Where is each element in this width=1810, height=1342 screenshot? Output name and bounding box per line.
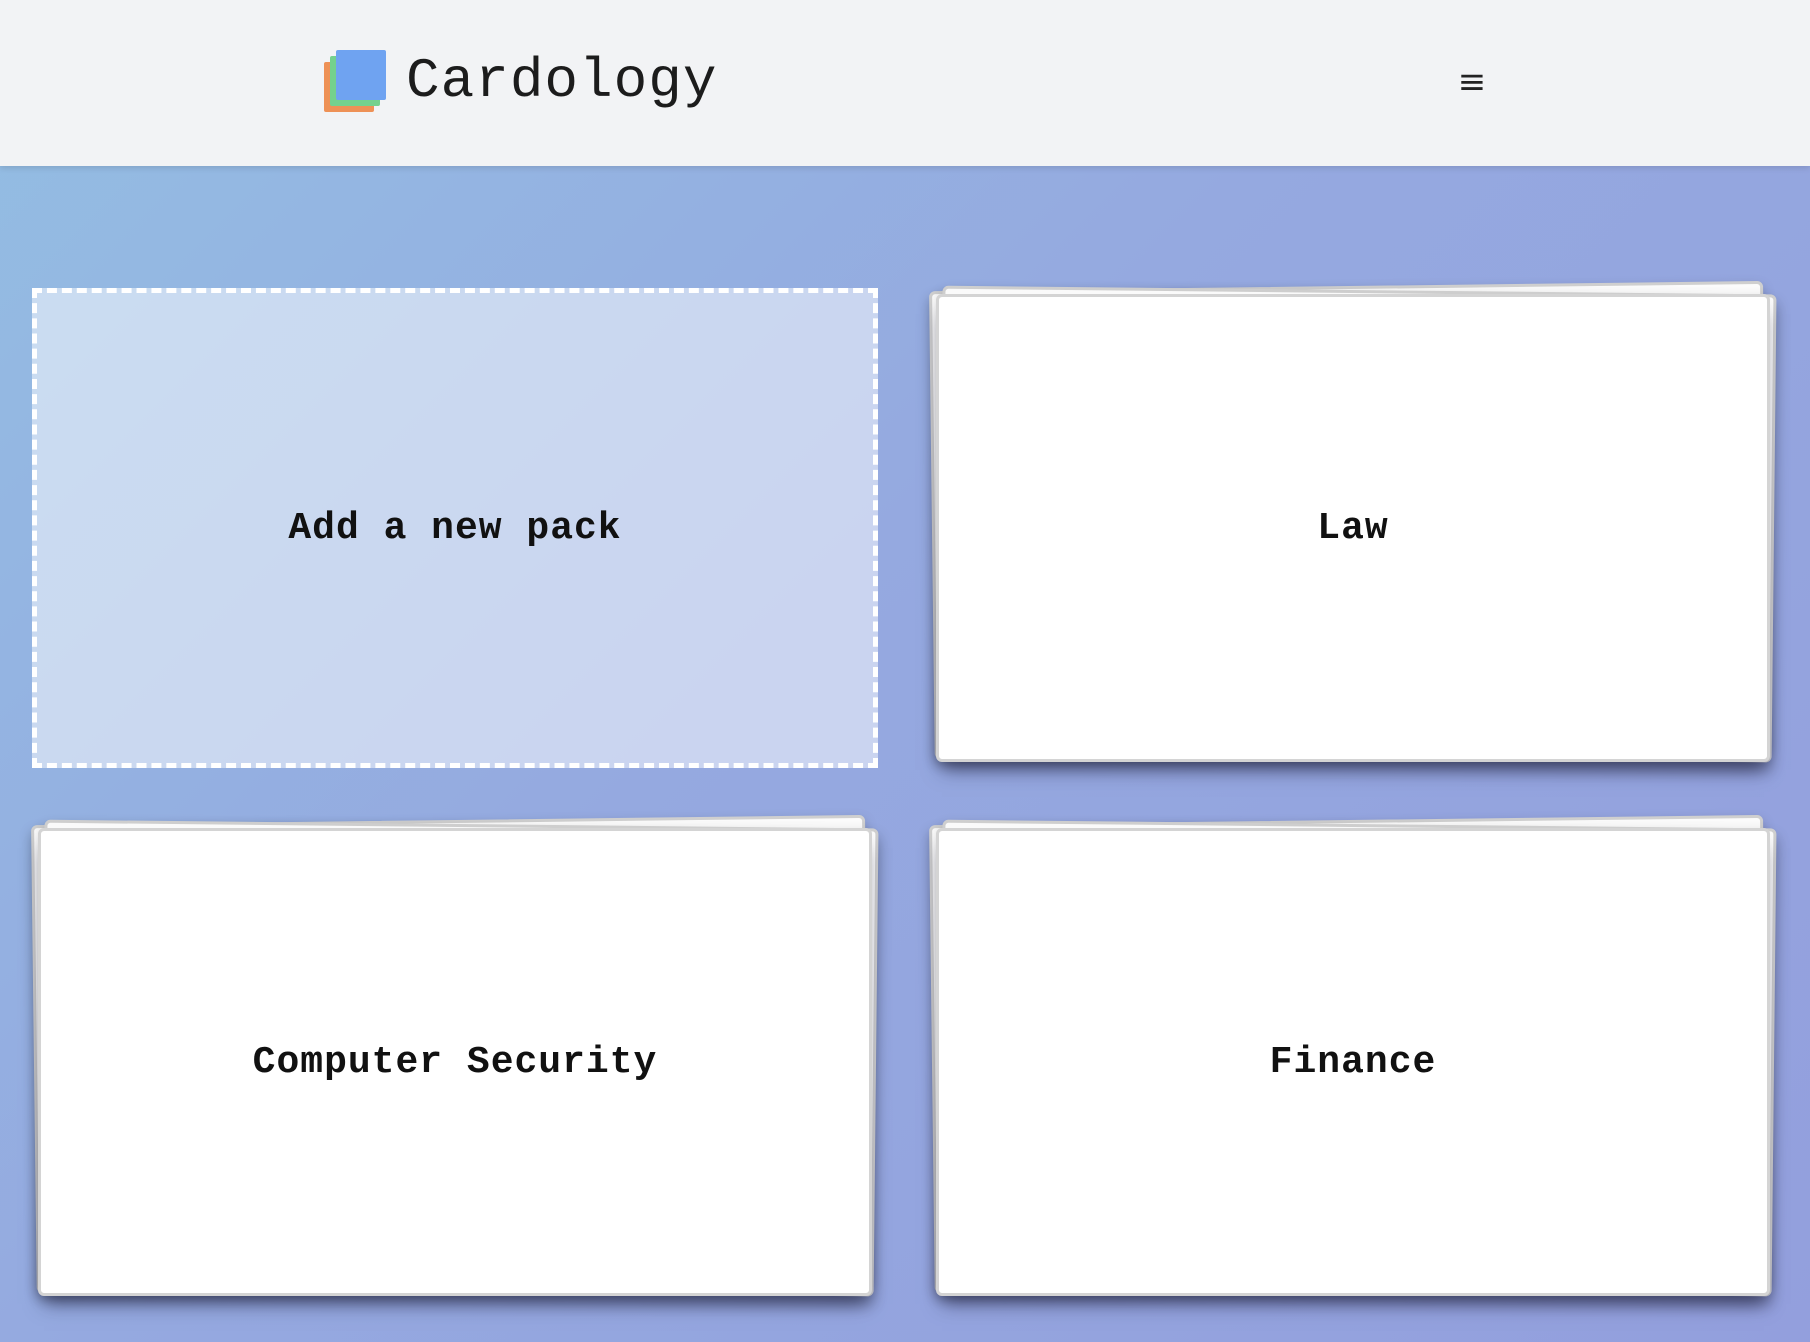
hamburger-menu-icon: ≡ [1457, 62, 1487, 102]
pack-title: Finance [1269, 1040, 1437, 1084]
cardology-logo-icon [322, 48, 388, 114]
pack-card-law[interactable]: Law [929, 280, 1777, 763]
pack-card-finance[interactable]: Finance [929, 814, 1777, 1297]
pack-title: Computer Security [252, 1040, 658, 1084]
pack-card-front: Computer Security [38, 828, 872, 1296]
add-new-pack-label: Add a new pack [288, 506, 622, 550]
app-header: Cardology ≡ [0, 0, 1810, 166]
add-new-pack-button[interactable]: Add a new pack [32, 288, 878, 768]
pack-card-computer-security[interactable]: Computer Security [31, 814, 879, 1297]
menu-button[interactable]: ≡ [1452, 62, 1492, 102]
pack-card-front: Law [936, 294, 1770, 762]
brand-name: Cardology [406, 49, 718, 113]
brand[interactable]: Cardology [322, 48, 717, 114]
pack-card-front: Finance [936, 828, 1770, 1296]
pack-title: Law [1317, 506, 1389, 550]
